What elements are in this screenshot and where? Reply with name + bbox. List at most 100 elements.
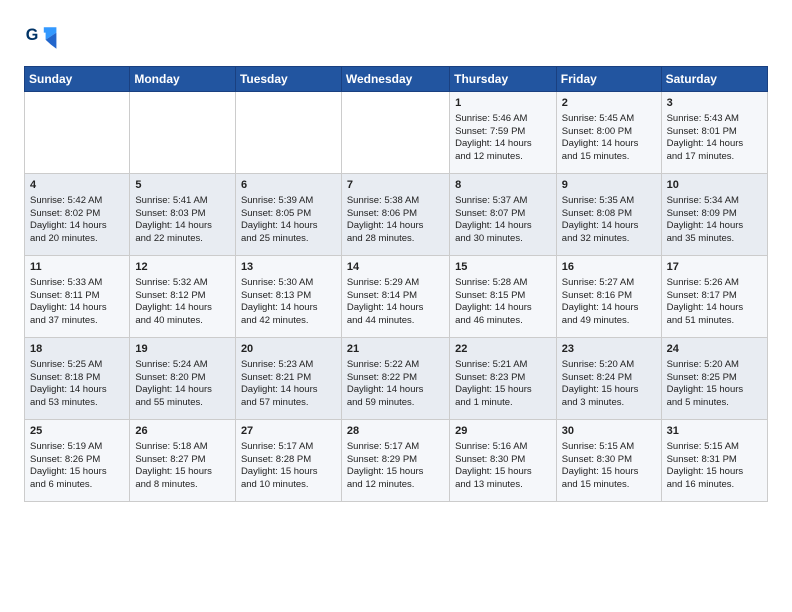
calendar-cell: 6 Sunrise: 5:39 AM Sunset: 8:05 PM Daylig… bbox=[235, 174, 341, 256]
day-content: Sunrise: 5:25 AM Sunset: 8:18 PM Dayligh… bbox=[30, 359, 107, 408]
day-content: Sunrise: 5:33 AM Sunset: 8:11 PM Dayligh… bbox=[30, 277, 107, 326]
day-number: 21 bbox=[347, 342, 444, 357]
day-number: 30 bbox=[562, 424, 656, 439]
day-content: Sunrise: 5:23 AM Sunset: 8:21 PM Dayligh… bbox=[241, 359, 318, 408]
day-number: 9 bbox=[562, 178, 656, 193]
day-number: 12 bbox=[135, 260, 230, 275]
day-content: Sunrise: 5:29 AM Sunset: 8:14 PM Dayligh… bbox=[347, 277, 424, 326]
header: G bbox=[24, 20, 768, 56]
calendar-cell bbox=[341, 92, 449, 174]
day-content: Sunrise: 5:15 AM Sunset: 8:31 PM Dayligh… bbox=[667, 441, 744, 490]
day-number: 5 bbox=[135, 178, 230, 193]
day-number: 25 bbox=[30, 424, 124, 439]
day-number: 16 bbox=[562, 260, 656, 275]
day-content: Sunrise: 5:18 AM Sunset: 8:27 PM Dayligh… bbox=[135, 441, 212, 490]
calendar-cell: 24Sunrise: 5:20 AM Sunset: 8:25 PM Dayli… bbox=[661, 338, 767, 420]
calendar-cell: 18 Sunrise: 5:25 AM Sunset: 8:18 PM Dayli… bbox=[25, 338, 130, 420]
calendar-cell: 12 Sunrise: 5:32 AM Sunset: 8:12 PM Dayli… bbox=[130, 256, 236, 338]
day-number: 6 bbox=[241, 178, 336, 193]
day-content: Sunrise: 5:17 AM Sunset: 8:28 PM Dayligh… bbox=[241, 441, 318, 490]
calendar-cell: 5 Sunrise: 5:41 AM Sunset: 8:03 PM Daylig… bbox=[130, 174, 236, 256]
calendar-cell: 31 Sunrise: 5:15 AM Sunset: 8:31 PM Dayli… bbox=[661, 420, 767, 502]
calendar-cell: 25 Sunrise: 5:19 AM Sunset: 8:26 PM Dayli… bbox=[25, 420, 130, 502]
calendar-cell: 9 Sunrise: 5:35 AM Sunset: 8:08 PM Daylig… bbox=[556, 174, 661, 256]
day-number: 10 bbox=[667, 178, 762, 193]
day-number: 11 bbox=[30, 260, 124, 275]
calendar-cell: 1Sunrise: 5:46 AM Sunset: 7:59 PM Daylig… bbox=[450, 92, 557, 174]
calendar-cell: 20 Sunrise: 5:23 AM Sunset: 8:21 PM Dayli… bbox=[235, 338, 341, 420]
day-content: Sunrise: 5:39 AM Sunset: 8:05 PM Dayligh… bbox=[241, 195, 318, 244]
calendar-cell: 26 Sunrise: 5:18 AM Sunset: 8:27 PM Dayli… bbox=[130, 420, 236, 502]
calendar-cell: 3 Sunrise: 5:43 AM Sunset: 8:01 PM Daylig… bbox=[661, 92, 767, 174]
day-content: Sunrise: 5:21 AM Sunset: 8:23 PM Dayligh… bbox=[455, 359, 532, 408]
calendar-cell: 7Sunrise: 5:38 AM Sunset: 8:06 PM Daylig… bbox=[341, 174, 449, 256]
logo: G bbox=[24, 20, 66, 56]
day-number: 20 bbox=[241, 342, 336, 357]
day-content: Sunrise: 5:35 AM Sunset: 8:08 PM Dayligh… bbox=[562, 195, 639, 244]
calendar-cell bbox=[25, 92, 130, 174]
calendar-cell: 10Sunrise: 5:34 AM Sunset: 8:09 PM Dayli… bbox=[661, 174, 767, 256]
day-number: 23 bbox=[562, 342, 656, 357]
day-content: Sunrise: 5:32 AM Sunset: 8:12 PM Dayligh… bbox=[135, 277, 212, 326]
day-content: Sunrise: 5:42 AM Sunset: 8:02 PM Dayligh… bbox=[30, 195, 107, 244]
calendar-cell: 30 Sunrise: 5:15 AM Sunset: 8:30 PM Dayli… bbox=[556, 420, 661, 502]
day-number: 2 bbox=[562, 96, 656, 111]
calendar-table: Sunday Monday Tuesday Wednesday Thursday… bbox=[24, 66, 768, 502]
day-number: 13 bbox=[241, 260, 336, 275]
day-number: 17 bbox=[667, 260, 762, 275]
day-number: 8 bbox=[455, 178, 551, 193]
col-monday: Monday bbox=[130, 67, 236, 92]
day-number: 15 bbox=[455, 260, 551, 275]
week-row-2: 4 Sunrise: 5:42 AM Sunset: 8:02 PM Daylig… bbox=[25, 174, 768, 256]
calendar-cell: 8 Sunrise: 5:37 AM Sunset: 8:07 PM Daylig… bbox=[450, 174, 557, 256]
week-row-5: 25 Sunrise: 5:19 AM Sunset: 8:26 PM Dayli… bbox=[25, 420, 768, 502]
day-content: Sunrise: 5:22 AM Sunset: 8:22 PM Dayligh… bbox=[347, 359, 424, 408]
calendar-cell: 23 Sunrise: 5:20 AM Sunset: 8:24 PM Dayli… bbox=[556, 338, 661, 420]
day-content: Sunrise: 5:17 AM Sunset: 8:29 PM Dayligh… bbox=[347, 441, 424, 490]
calendar-cell: 16Sunrise: 5:27 AM Sunset: 8:16 PM Dayli… bbox=[556, 256, 661, 338]
col-friday: Friday bbox=[556, 67, 661, 92]
calendar-cell: 27Sunrise: 5:17 AM Sunset: 8:28 PM Dayli… bbox=[235, 420, 341, 502]
week-row-4: 18 Sunrise: 5:25 AM Sunset: 8:18 PM Dayli… bbox=[25, 338, 768, 420]
calendar-cell: 17Sunrise: 5:26 AM Sunset: 8:17 PM Dayli… bbox=[661, 256, 767, 338]
calendar-cell: 4 Sunrise: 5:42 AM Sunset: 8:02 PM Daylig… bbox=[25, 174, 130, 256]
day-number: 31 bbox=[667, 424, 762, 439]
calendar-cell bbox=[130, 92, 236, 174]
calendar-cell: 15Sunrise: 5:28 AM Sunset: 8:15 PM Dayli… bbox=[450, 256, 557, 338]
day-content: Sunrise: 5:20 AM Sunset: 8:24 PM Dayligh… bbox=[562, 359, 639, 408]
day-content: Sunrise: 5:30 AM Sunset: 8:13 PM Dayligh… bbox=[241, 277, 318, 326]
calendar-cell: 2 Sunrise: 5:45 AM Sunset: 8:00 PM Daylig… bbox=[556, 92, 661, 174]
col-tuesday: Tuesday bbox=[235, 67, 341, 92]
day-number: 29 bbox=[455, 424, 551, 439]
day-content: Sunrise: 5:38 AM Sunset: 8:06 PM Dayligh… bbox=[347, 195, 424, 244]
day-content: Sunrise: 5:20 AM Sunset: 8:25 PM Dayligh… bbox=[667, 359, 744, 408]
col-sunday: Sunday bbox=[25, 67, 130, 92]
calendar-cell: 13 Sunrise: 5:30 AM Sunset: 8:13 PM Dayli… bbox=[235, 256, 341, 338]
svg-text:G: G bbox=[26, 26, 39, 44]
calendar-header: Sunday Monday Tuesday Wednesday Thursday… bbox=[25, 67, 768, 92]
day-number: 19 bbox=[135, 342, 230, 357]
day-number: 22 bbox=[455, 342, 551, 357]
day-number: 3 bbox=[667, 96, 762, 111]
day-number: 18 bbox=[30, 342, 124, 357]
day-content: Sunrise: 5:37 AM Sunset: 8:07 PM Dayligh… bbox=[455, 195, 532, 244]
day-content: Sunrise: 5:19 AM Sunset: 8:26 PM Dayligh… bbox=[30, 441, 107, 490]
col-thursday: Thursday bbox=[450, 67, 557, 92]
day-content: Sunrise: 5:24 AM Sunset: 8:20 PM Dayligh… bbox=[135, 359, 212, 408]
day-content: Sunrise: 5:43 AM Sunset: 8:01 PM Dayligh… bbox=[667, 113, 744, 162]
calendar-cell bbox=[235, 92, 341, 174]
day-content: Sunrise: 5:15 AM Sunset: 8:30 PM Dayligh… bbox=[562, 441, 639, 490]
day-content: Sunrise: 5:41 AM Sunset: 8:03 PM Dayligh… bbox=[135, 195, 212, 244]
page: G Sunday Monday Tuesday Wednesday Thursd… bbox=[0, 0, 792, 612]
calendar-cell: 14Sunrise: 5:29 AM Sunset: 8:14 PM Dayli… bbox=[341, 256, 449, 338]
day-number: 4 bbox=[30, 178, 124, 193]
day-number: 26 bbox=[135, 424, 230, 439]
week-row-3: 11 Sunrise: 5:33 AM Sunset: 8:11 PM Dayli… bbox=[25, 256, 768, 338]
day-content: Sunrise: 5:16 AM Sunset: 8:30 PM Dayligh… bbox=[455, 441, 532, 490]
calendar-cell: 19 Sunrise: 5:24 AM Sunset: 8:20 PM Dayli… bbox=[130, 338, 236, 420]
calendar-cell: 11 Sunrise: 5:33 AM Sunset: 8:11 PM Dayli… bbox=[25, 256, 130, 338]
day-content: Sunrise: 5:45 AM Sunset: 8:00 PM Dayligh… bbox=[562, 113, 639, 162]
day-number: 1 bbox=[455, 96, 551, 111]
weekday-header-row: Sunday Monday Tuesday Wednesday Thursday… bbox=[25, 67, 768, 92]
week-row-1: 1Sunrise: 5:46 AM Sunset: 7:59 PM Daylig… bbox=[25, 92, 768, 174]
